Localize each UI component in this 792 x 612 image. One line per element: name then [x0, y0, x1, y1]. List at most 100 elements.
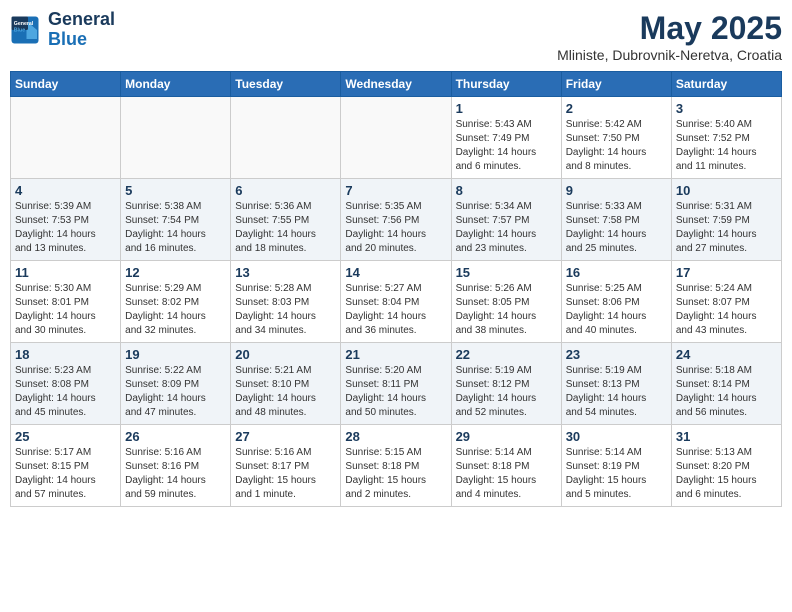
day-number: 14	[345, 265, 446, 280]
weekday-header-row: SundayMondayTuesdayWednesdayThursdayFrid…	[11, 72, 782, 97]
day-cell: 29 Sunrise: 5:14 AM Sunset: 8:18 PM Dayli…	[451, 425, 561, 507]
weekday-monday: Monday	[121, 72, 231, 97]
day-info: Sunrise: 5:38 AM Sunset: 7:54 PM Dayligh…	[125, 200, 226, 256]
day-info: Sunrise: 5:19 AM Sunset: 8:12 PM Dayligh…	[456, 364, 557, 420]
day-number: 20	[235, 347, 336, 362]
day-info: Sunrise: 5:39 AM Sunset: 7:53 PM Dayligh…	[15, 200, 116, 256]
day-cell	[121, 97, 231, 179]
day-number: 29	[456, 429, 557, 444]
day-cell: 1Sunrise: 5:43 AM Sunset: 7:49 PM Daylig…	[451, 97, 561, 179]
day-cell: 24 Sunrise: 5:18 AM Sunset: 8:14 PM Dayli…	[671, 343, 781, 425]
day-number: 7	[345, 183, 446, 198]
week-row-4: 18 Sunrise: 5:23 AM Sunset: 8:08 PM Dayli…	[11, 343, 782, 425]
day-number: 18	[15, 347, 116, 362]
day-number: 26	[125, 429, 226, 444]
day-cell: 16Sunrise: 5:25 AM Sunset: 8:06 PM Dayli…	[561, 261, 671, 343]
day-number: 19	[125, 347, 226, 362]
calendar-table: SundayMondayTuesdayWednesdayThursdayFrid…	[10, 71, 782, 507]
day-cell	[341, 97, 451, 179]
day-info: Sunrise: 5:14 AM Sunset: 8:19 PM Dayligh…	[566, 446, 667, 502]
day-cell: 11 Sunrise: 5:30 AM Sunset: 8:01 PM Dayli…	[11, 261, 121, 343]
day-cell: 5Sunrise: 5:38 AM Sunset: 7:54 PM Daylig…	[121, 179, 231, 261]
day-cell: 22 Sunrise: 5:19 AM Sunset: 8:12 PM Dayli…	[451, 343, 561, 425]
day-number: 27	[235, 429, 336, 444]
day-info: Sunrise: 5:23 AM Sunset: 8:08 PM Dayligh…	[15, 364, 116, 420]
day-info: Sunrise: 5:30 AM Sunset: 8:01 PM Dayligh…	[15, 282, 116, 338]
day-number: 15	[456, 265, 557, 280]
day-number: 11	[15, 265, 116, 280]
day-info: Sunrise: 5:18 AM Sunset: 8:14 PM Dayligh…	[676, 364, 777, 420]
day-info: Sunrise: 5:34 AM Sunset: 7:57 PM Dayligh…	[456, 200, 557, 256]
day-cell: 21 Sunrise: 5:20 AM Sunset: 8:11 PM Dayli…	[341, 343, 451, 425]
svg-text:General: General	[14, 21, 34, 27]
logo-text: General Blue	[48, 10, 115, 50]
day-cell: 9 Sunrise: 5:33 AM Sunset: 7:58 PM Daylig…	[561, 179, 671, 261]
day-cell: 25Sunrise: 5:17 AM Sunset: 8:15 PM Dayli…	[11, 425, 121, 507]
day-cell: 19 Sunrise: 5:22 AM Sunset: 8:09 PM Dayli…	[121, 343, 231, 425]
day-number: 3	[676, 101, 777, 116]
day-cell: 10 Sunrise: 5:31 AM Sunset: 7:59 PM Dayli…	[671, 179, 781, 261]
day-number: 25	[15, 429, 116, 444]
day-info: Sunrise: 5:29 AM Sunset: 8:02 PM Dayligh…	[125, 282, 226, 338]
day-info: Sunrise: 5:22 AM Sunset: 8:09 PM Dayligh…	[125, 364, 226, 420]
day-cell: 13 Sunrise: 5:28 AM Sunset: 8:03 PM Dayli…	[231, 261, 341, 343]
day-cell: 26 Sunrise: 5:16 AM Sunset: 8:16 PM Dayli…	[121, 425, 231, 507]
day-info: Sunrise: 5:28 AM Sunset: 8:03 PM Dayligh…	[235, 282, 336, 338]
day-number: 23	[566, 347, 667, 362]
day-info: Sunrise: 5:43 AM Sunset: 7:49 PM Dayligh…	[456, 118, 557, 174]
day-info: Sunrise: 5:13 AM Sunset: 8:20 PM Dayligh…	[676, 446, 777, 502]
day-cell: 4Sunrise: 5:39 AM Sunset: 7:53 PM Daylig…	[11, 179, 121, 261]
logo: General Blue General Blue	[10, 10, 115, 50]
week-row-5: 25Sunrise: 5:17 AM Sunset: 8:15 PM Dayli…	[11, 425, 782, 507]
day-info: Sunrise: 5:24 AM Sunset: 8:07 PM Dayligh…	[676, 282, 777, 338]
weekday-friday: Friday	[561, 72, 671, 97]
weekday-tuesday: Tuesday	[231, 72, 341, 97]
day-number: 22	[456, 347, 557, 362]
day-number: 8	[456, 183, 557, 198]
day-number: 13	[235, 265, 336, 280]
day-cell: 14 Sunrise: 5:27 AM Sunset: 8:04 PM Dayli…	[341, 261, 451, 343]
day-info: Sunrise: 5:14 AM Sunset: 8:18 PM Dayligh…	[456, 446, 557, 502]
weekday-sunday: Sunday	[11, 72, 121, 97]
title-block: May 2025 Mliniste, Dubrovnik-Neretva, Cr…	[557, 10, 782, 63]
weekday-thursday: Thursday	[451, 72, 561, 97]
location: Mliniste, Dubrovnik-Neretva, Croatia	[557, 47, 782, 63]
day-cell: 28 Sunrise: 5:15 AM Sunset: 8:18 PM Dayli…	[341, 425, 451, 507]
day-cell: 17Sunrise: 5:24 AM Sunset: 8:07 PM Dayli…	[671, 261, 781, 343]
day-number: 12	[125, 265, 226, 280]
day-number: 10	[676, 183, 777, 198]
day-cell: 2Sunrise: 5:42 AM Sunset: 7:50 PM Daylig…	[561, 97, 671, 179]
day-number: 9	[566, 183, 667, 198]
day-number: 16	[566, 265, 667, 280]
logo-icon: General Blue	[10, 15, 40, 45]
day-info: Sunrise: 5:16 AM Sunset: 8:17 PM Dayligh…	[235, 446, 336, 502]
day-cell	[11, 97, 121, 179]
day-number: 2	[566, 101, 667, 116]
day-info: Sunrise: 5:35 AM Sunset: 7:56 PM Dayligh…	[345, 200, 446, 256]
day-info: Sunrise: 5:21 AM Sunset: 8:10 PM Dayligh…	[235, 364, 336, 420]
day-cell: 30Sunrise: 5:14 AM Sunset: 8:19 PM Dayli…	[561, 425, 671, 507]
day-number: 24	[676, 347, 777, 362]
day-cell: 31Sunrise: 5:13 AM Sunset: 8:20 PM Dayli…	[671, 425, 781, 507]
day-cell: 15Sunrise: 5:26 AM Sunset: 8:05 PM Dayli…	[451, 261, 561, 343]
day-info: Sunrise: 5:33 AM Sunset: 7:58 PM Dayligh…	[566, 200, 667, 256]
day-cell: 12 Sunrise: 5:29 AM Sunset: 8:02 PM Dayli…	[121, 261, 231, 343]
day-info: Sunrise: 5:16 AM Sunset: 8:16 PM Dayligh…	[125, 446, 226, 502]
day-cell: 23Sunrise: 5:19 AM Sunset: 8:13 PM Dayli…	[561, 343, 671, 425]
day-number: 21	[345, 347, 446, 362]
day-info: Sunrise: 5:27 AM Sunset: 8:04 PM Dayligh…	[345, 282, 446, 338]
day-info: Sunrise: 5:36 AM Sunset: 7:55 PM Dayligh…	[235, 200, 336, 256]
day-cell	[231, 97, 341, 179]
day-cell: 6 Sunrise: 5:36 AM Sunset: 7:55 PM Daylig…	[231, 179, 341, 261]
day-number: 6	[235, 183, 336, 198]
week-row-1: 1Sunrise: 5:43 AM Sunset: 7:49 PM Daylig…	[11, 97, 782, 179]
day-info: Sunrise: 5:31 AM Sunset: 7:59 PM Dayligh…	[676, 200, 777, 256]
day-info: Sunrise: 5:15 AM Sunset: 8:18 PM Dayligh…	[345, 446, 446, 502]
day-cell: 3Sunrise: 5:40 AM Sunset: 7:52 PM Daylig…	[671, 97, 781, 179]
day-number: 28	[345, 429, 446, 444]
day-info: Sunrise: 5:20 AM Sunset: 8:11 PM Dayligh…	[345, 364, 446, 420]
svg-text:Blue: Blue	[14, 27, 25, 33]
weekday-saturday: Saturday	[671, 72, 781, 97]
month-title: May 2025	[557, 10, 782, 47]
week-row-3: 11 Sunrise: 5:30 AM Sunset: 8:01 PM Dayli…	[11, 261, 782, 343]
